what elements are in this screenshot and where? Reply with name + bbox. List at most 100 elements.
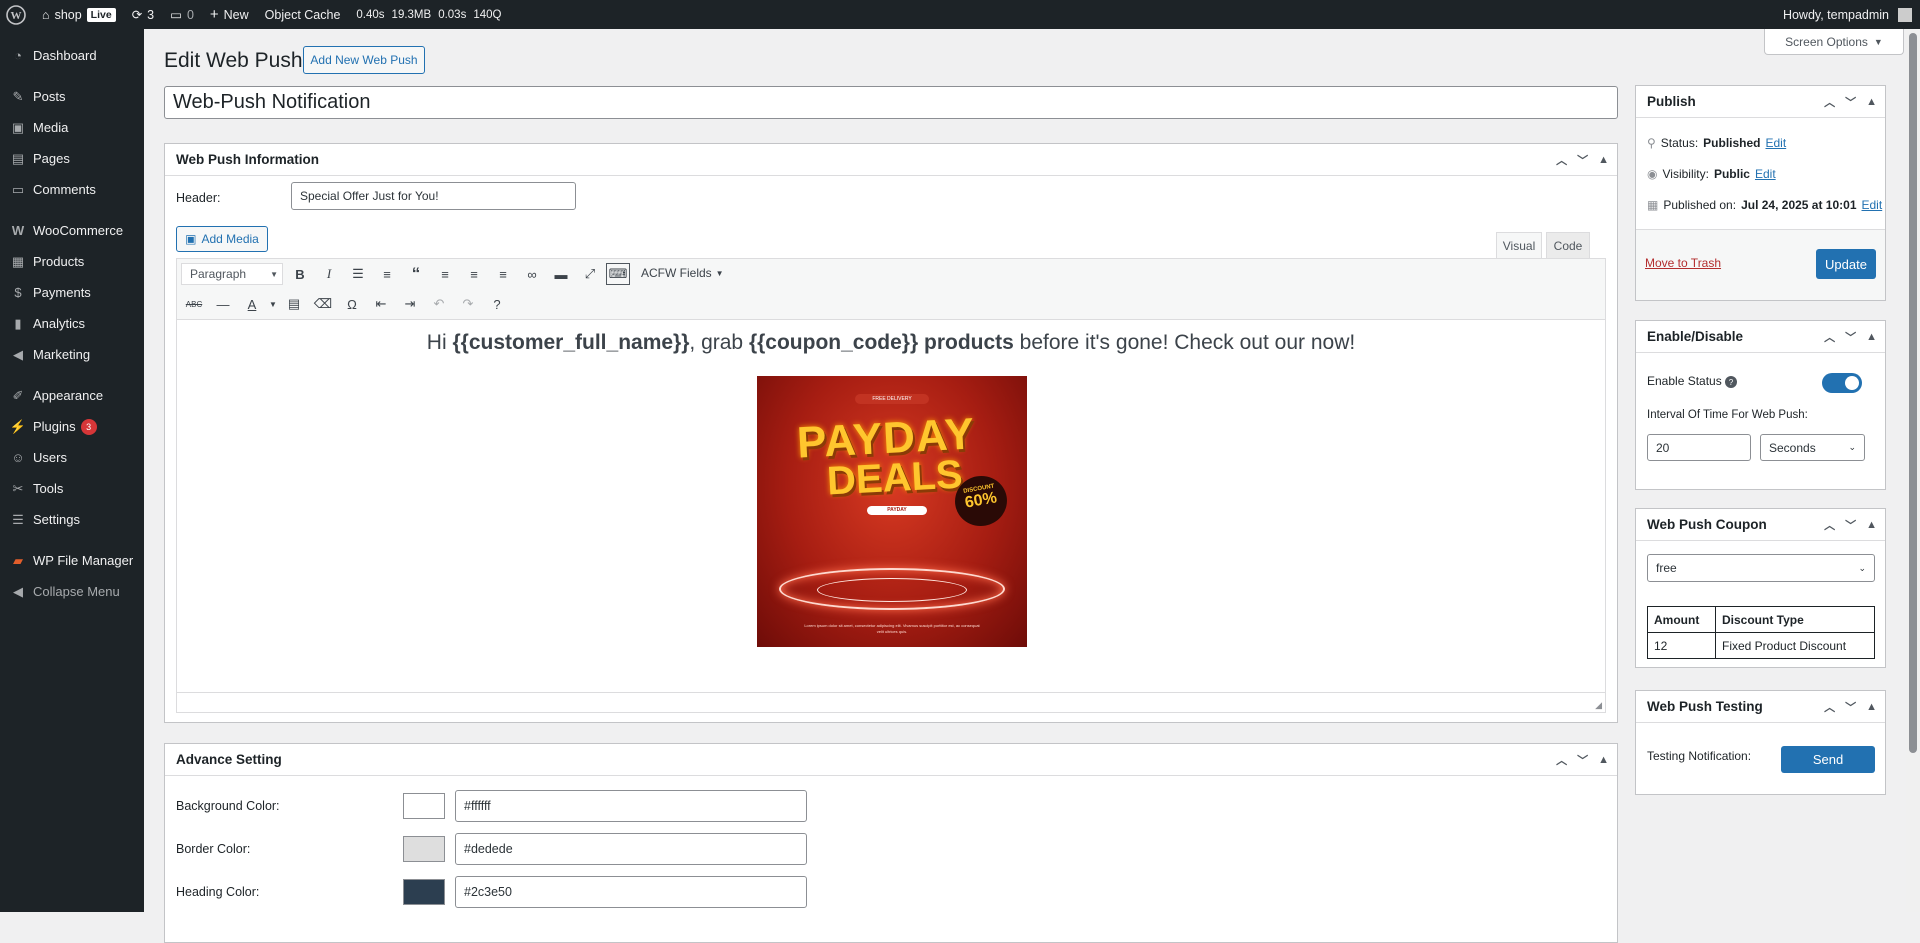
toolbar-toggle-icon[interactable]: ⌨ <box>606 263 630 285</box>
chevron-up-icon[interactable]: ︿ <box>1824 329 1835 345</box>
chevron-up-icon[interactable]: ︿ <box>1556 752 1567 768</box>
triangle-up-icon[interactable]: ▲ <box>1866 519 1877 531</box>
post-title-input[interactable]: Web-Push Notification <box>164 86 1618 119</box>
sidebar-item-analytics[interactable]: ▮ Analytics <box>0 308 144 339</box>
sidebar-item-media[interactable]: ▣ Media <box>0 112 144 143</box>
sidebar-item-comments[interactable]: ▭ Comments <box>0 174 144 205</box>
align-right-icon[interactable]: ≡ <box>490 261 516 287</box>
header-input[interactable]: Special Offer Just for You! <box>291 182 576 210</box>
sidebar-item-products[interactable]: ▦ Products <box>0 246 144 277</box>
align-center-icon[interactable]: ≡ <box>461 261 487 287</box>
coupon-select[interactable]: free ⌄ <box>1647 554 1875 582</box>
sidebar-item-dashboard[interactable]: ◔ Dashboard <box>0 40 144 71</box>
object-cache-link[interactable]: Object Cache <box>257 0 349 29</box>
enable-status-toggle[interactable] <box>1822 373 1862 393</box>
triangle-up-icon[interactable]: ▲ <box>1866 331 1877 343</box>
chevron-down-icon[interactable]: ﹀ <box>1577 752 1588 768</box>
heading-color-input[interactable]: #2c3e50 <box>455 876 807 908</box>
read-more-icon[interactable]: ▬ <box>548 261 574 287</box>
background-color-swatch[interactable] <box>403 793 445 819</box>
sidebar-item-users[interactable]: ☺ Users <box>0 442 144 473</box>
blockquote-icon[interactable]: “ <box>403 261 429 287</box>
interval-input[interactable]: 20 <box>1647 434 1751 461</box>
chevron-up-icon[interactable]: ︿ <box>1824 517 1835 533</box>
outdent-icon[interactable]: ⇤ <box>368 291 394 317</box>
comments-link[interactable]: ▭ 0 <box>162 0 202 29</box>
heading-color-swatch[interactable] <box>403 879 445 905</box>
numbered-list-icon[interactable]: ≡ <box>374 261 400 287</box>
chevron-down-icon[interactable]: ▼ <box>268 291 278 317</box>
tab-visual[interactable]: Visual <box>1496 232 1542 258</box>
background-color-input[interactable]: #ffffff <box>455 790 807 822</box>
sidebar-item-marketing[interactable]: ◀ Marketing <box>0 339 144 370</box>
bullet-list-icon[interactable]: ☰ <box>345 261 371 287</box>
triangle-up-icon[interactable]: ▲ <box>1866 701 1877 713</box>
align-left-icon[interactable]: ≡ <box>432 261 458 287</box>
sidebar-item-tools[interactable]: ✂ Tools <box>0 473 144 504</box>
sidebar-item-posts[interactable]: ✎ Posts <box>0 81 144 112</box>
format-select[interactable]: Paragraph ▼ <box>181 263 283 285</box>
triangle-up-icon[interactable]: ▲ <box>1866 96 1877 108</box>
chevron-up-icon[interactable]: ︿ <box>1556 152 1567 168</box>
bold-icon[interactable]: B <box>287 261 313 287</box>
chevron-up-icon[interactable]: ︿ <box>1824 94 1835 110</box>
tab-code[interactable]: Code <box>1546 232 1590 258</box>
updates-link[interactable]: ⟳ 3 <box>124 0 162 29</box>
border-color-swatch[interactable] <box>403 836 445 862</box>
sidebar-item-woocommerce[interactable]: W WooCommerce <box>0 215 144 246</box>
sidebar-item-plugins[interactable]: ⚡ Plugins 3 <box>0 411 144 442</box>
link-icon[interactable]: ∞ <box>519 261 545 287</box>
chevron-down-icon[interactable]: ﹀ <box>1577 152 1588 168</box>
chevron-down-icon[interactable]: ﹀ <box>1845 699 1856 715</box>
screen-options-button[interactable]: Screen Options ▼ <box>1764 29 1904 55</box>
sidebar-item-wp-file-manager[interactable]: ▰ WP File Manager <box>0 545 144 576</box>
wordpress-logo-icon[interactable]: W <box>0 0 34 29</box>
sidebar-item-pages[interactable]: ▤ Pages <box>0 143 144 174</box>
query-monitor-link[interactable]: 0.40s 19.3MB 0.03s 140Q <box>348 0 509 29</box>
triangle-up-icon[interactable]: ▲ <box>1598 754 1609 766</box>
special-character-icon[interactable]: Ω <box>339 291 365 317</box>
italic-icon[interactable]: I <box>316 261 342 287</box>
undo-icon[interactable]: ↶ <box>426 291 452 317</box>
my-account-link[interactable]: Howdy, tempadmin <box>1775 0 1920 29</box>
sidebar-item-settings[interactable]: ☰ Settings <box>0 504 144 535</box>
strikethrough-icon[interactable]: ABC <box>181 291 207 317</box>
editor-content[interactable]: Hi {{customer_full_name}}, grab {{coupon… <box>177 320 1605 690</box>
edit-visibility-link[interactable]: Edit <box>1755 167 1776 181</box>
acfw-fields-button[interactable]: ACFW Fields ▼ <box>641 266 724 280</box>
edit-date-link[interactable]: Edit <box>1862 198 1883 212</box>
send-button[interactable]: Send <box>1781 746 1875 773</box>
sidebar-item-payments[interactable]: $ Payments <box>0 277 144 308</box>
new-content-link[interactable]: + New <box>202 0 257 29</box>
border-color-input[interactable]: #dedede <box>455 833 807 865</box>
help-icon[interactable]: ? <box>484 291 510 317</box>
add-new-web-push-button[interactable]: Add New Web Push <box>303 46 425 74</box>
indent-icon[interactable]: ⇥ <box>397 291 423 317</box>
promo-image[interactable]: FREE DELIVERY PAYDAY DEALS DISCOUNT 60% … <box>757 376 1027 647</box>
sidebar-item-appearance[interactable]: ✐ Appearance <box>0 380 144 411</box>
page-scrollbar[interactable] <box>1906 29 1920 912</box>
message-text: Hi {{customer_full_name}}, grab {{coupon… <box>426 331 1356 354</box>
text-color-icon[interactable]: A <box>239 291 265 317</box>
enable-disable-box: Enable/Disable ︿ ﹀ ▲ Enable Status ? Inter… <box>1635 320 1886 490</box>
paste-text-icon[interactable]: ▤ <box>281 291 307 317</box>
resize-handle-icon[interactable]: ◢ <box>1595 700 1602 711</box>
chevron-down-icon[interactable]: ﹀ <box>1845 517 1856 533</box>
horizontal-line-icon[interactable]: — <box>210 291 236 317</box>
move-to-trash-link[interactable]: Move to Trash <box>1645 256 1721 270</box>
chevron-down-icon[interactable]: ﹀ <box>1845 329 1856 345</box>
update-button[interactable]: Update <box>1816 249 1876 279</box>
redo-icon[interactable]: ↷ <box>455 291 481 317</box>
add-media-button[interactable]: ▣ Add Media <box>176 226 268 252</box>
fullscreen-icon[interactable]: ⤢ <box>577 261 603 287</box>
clear-formatting-icon[interactable]: ⌫ <box>310 291 336 317</box>
interval-unit-select[interactable]: Seconds ⌄ <box>1760 434 1865 461</box>
scrollbar-thumb[interactable] <box>1909 33 1917 753</box>
pages-icon: ▤ <box>11 150 25 166</box>
triangle-up-icon[interactable]: ▲ <box>1598 154 1609 166</box>
chevron-up-icon[interactable]: ︿ <box>1824 699 1835 715</box>
collapse-menu-button[interactable]: ◀ Collapse Menu <box>0 576 144 607</box>
site-name-link[interactable]: ⌂ shop Live <box>34 0 124 29</box>
edit-status-link[interactable]: Edit <box>1766 136 1787 150</box>
chevron-down-icon[interactable]: ﹀ <box>1845 94 1856 110</box>
